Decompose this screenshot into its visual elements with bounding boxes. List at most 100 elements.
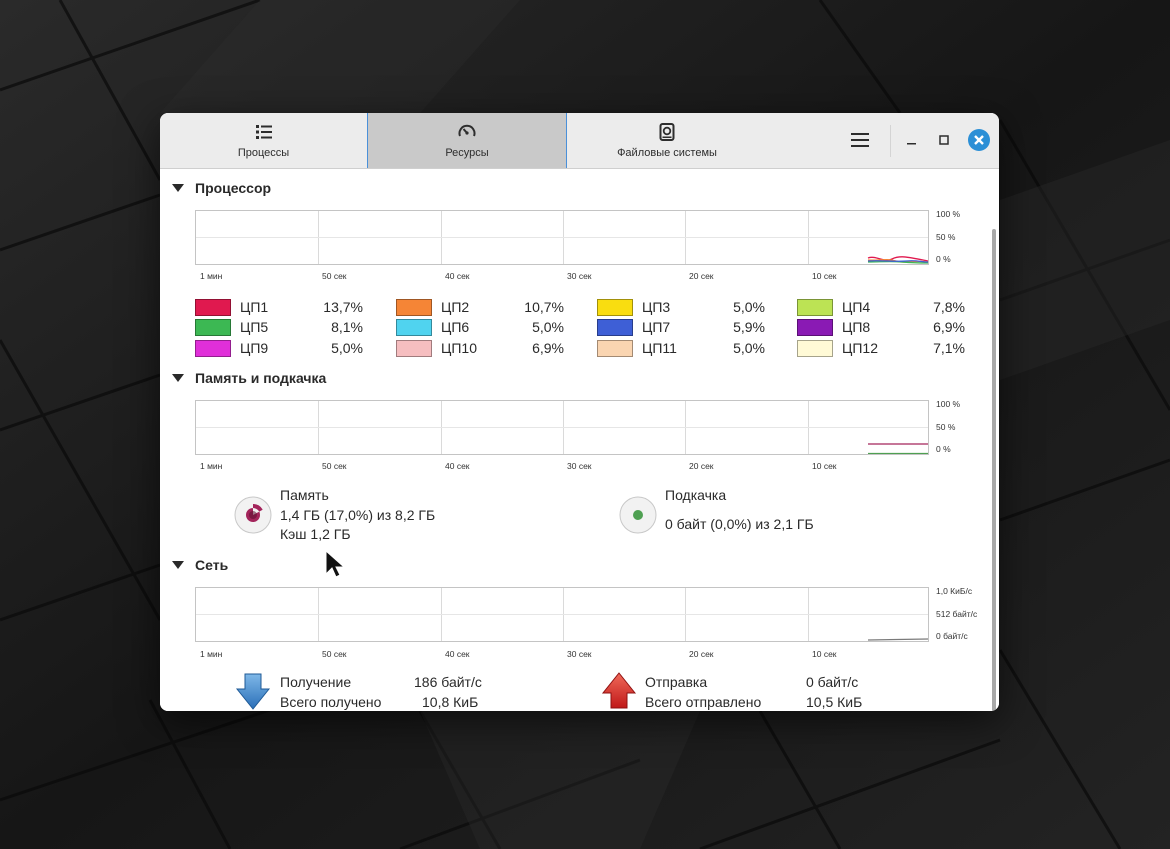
memory-pie-icon[interactable]: [234, 496, 272, 534]
cpu-core-usage: 7,1%: [933, 340, 965, 356]
cpu-core-name: ЦП10: [441, 340, 477, 356]
network-section-title: Сеть: [195, 557, 229, 573]
cpu-legend-item[interactable]: ЦП4 7,8%: [797, 298, 977, 316]
tab-file-systems-label: Файловые системы: [617, 147, 717, 159]
mouse-cursor-icon: [325, 550, 346, 578]
cpu-color-swatch[interactable]: [597, 340, 633, 357]
cpu-color-swatch[interactable]: [195, 319, 231, 336]
network-grid: [196, 588, 928, 641]
cpu-core-usage: 13,7%: [323, 299, 363, 315]
cpu-core-name: ЦП2: [441, 299, 470, 315]
cpu-color-swatch[interactable]: [396, 319, 432, 336]
memory-history-graph: [195, 400, 929, 455]
cpu-color-swatch[interactable]: [396, 299, 432, 316]
swap-label: Подкачка: [665, 487, 727, 503]
cpu-color-swatch[interactable]: [797, 340, 833, 357]
cpu-color-swatch[interactable]: [396, 340, 432, 357]
cpu-core-name: ЦП6: [441, 319, 470, 335]
cpu-core-name: ЦП8: [842, 319, 871, 335]
tab-processes-label: Процессы: [237, 147, 290, 159]
swap-pie-icon[interactable]: [619, 496, 657, 534]
close-icon[interactable]: [967, 128, 991, 152]
network-section-header[interactable]: Сеть: [172, 557, 228, 573]
minimize-icon[interactable]: [903, 130, 921, 150]
send-label: Отправка: [645, 674, 708, 690]
cpu-core-usage: 5,0%: [331, 340, 363, 356]
memory-y-label-min: 0 %: [936, 444, 951, 454]
cpu-legend-item[interactable]: ЦП8 6,9%: [797, 318, 977, 336]
cpu-time-label: 50 сек: [322, 271, 347, 281]
network-time-label: 10 сек: [812, 649, 837, 659]
expander-triangle-icon: [172, 374, 184, 382]
cpu-color-swatch[interactable]: [797, 299, 833, 316]
cpu-time-label: 10 сек: [812, 271, 837, 281]
memory-grid: [196, 401, 928, 454]
memory-time-label: 10 сек: [812, 461, 837, 471]
cpu-legend-item[interactable]: ЦП7 5,9%: [597, 318, 777, 336]
vertical-scrollbar[interactable]: [992, 229, 996, 711]
cpu-core-usage: 5,0%: [733, 299, 765, 315]
network-time-label: 20 сек: [689, 649, 714, 659]
cpu-y-label-max: 100 %: [936, 209, 961, 219]
cpu-time-axis: 1 мин 50 сек 40 сек 30 сек 20 сек 10 сек: [195, 271, 929, 283]
cpu-core-name: ЦП9: [240, 340, 269, 356]
cpu-color-swatch[interactable]: [195, 299, 231, 316]
network-time-label: 50 сек: [322, 649, 347, 659]
cpu-section-header[interactable]: Процессор: [172, 180, 271, 196]
network-time-label: 30 сек: [567, 649, 592, 659]
cpu-core-usage: 5,0%: [733, 340, 765, 356]
memory-section-title: Память и подкачка: [195, 370, 327, 386]
receive-value: 186 байт/с: [414, 674, 482, 690]
cpu-core-usage: 8,1%: [331, 319, 363, 335]
tab-file-systems[interactable]: Файловые системы: [567, 113, 767, 168]
network-time-label: 40 сек: [445, 649, 470, 659]
cpu-legend-item[interactable]: ЦП3 5,0%: [597, 298, 777, 316]
cpu-core-name: ЦП4: [842, 299, 871, 315]
list-icon: [255, 125, 272, 139]
cpu-legend-item[interactable]: ЦП11 5,0%: [597, 339, 777, 357]
cpu-color-swatch[interactable]: [195, 340, 231, 357]
memory-time-label: 50 сек: [322, 461, 347, 471]
cpu-core-name: ЦП1: [240, 299, 269, 315]
network-trace-line: [867, 638, 928, 641]
cpu-time-label: 1 мин: [200, 271, 223, 281]
tab-resources[interactable]: Ресурсы: [367, 113, 567, 168]
cpu-time-label: 20 сек: [689, 271, 714, 281]
network-y-label-max: 1,0 КиБ/с: [936, 586, 973, 596]
network-time-axis: 1 мин 50 сек 40 сек 30 сек 20 сек 10 сек: [195, 649, 929, 661]
receive-total-label: Всего получено: [280, 694, 382, 710]
maximize-icon[interactable]: [935, 130, 953, 150]
hamburger-menu-icon[interactable]: [848, 130, 872, 150]
cpu-time-label: 40 сек: [445, 271, 470, 281]
disk-icon: [659, 123, 675, 141]
cpu-legend-item[interactable]: ЦП9 5,0%: [195, 339, 375, 357]
cpu-legend-item[interactable]: ЦП2 10,7%: [396, 298, 576, 316]
memory-time-label: 20 сек: [689, 461, 714, 471]
header-separator: [890, 125, 891, 157]
cpu-legend-item[interactable]: ЦП1 13,7%: [195, 298, 375, 316]
cpu-legend-item[interactable]: ЦП5 8,1%: [195, 318, 375, 336]
memory-time-axis: 1 мин 50 сек 40 сек 30 сек 20 сек 10 сек: [195, 461, 929, 473]
cpu-legend-item[interactable]: ЦП6 5,0%: [396, 318, 576, 336]
cpu-section-title: Процессор: [195, 180, 272, 196]
cpu-color-swatch[interactable]: [597, 299, 633, 316]
cpu-color-swatch[interactable]: [797, 319, 833, 336]
expander-triangle-icon: [172, 184, 184, 192]
tab-resources-label: Ресурсы: [445, 147, 489, 159]
cpu-core-usage: 6,9%: [933, 319, 965, 335]
cpu-legend-item[interactable]: ЦП12 7,1%: [797, 339, 977, 357]
header-bar: Процессы Ресурсы Файловые системы: [160, 113, 999, 169]
expander-triangle-icon: [172, 561, 184, 569]
send-value: 0 байт/с: [806, 674, 859, 690]
send-total-label: Всего отправлено: [645, 694, 762, 710]
cpu-core-usage: 7,8%: [933, 299, 965, 315]
memory-cache: Кэш 1,2 ГБ: [280, 526, 351, 542]
cpu-color-swatch[interactable]: [597, 319, 633, 336]
memory-time-label: 30 сек: [567, 461, 592, 471]
memory-value: 1,4 ГБ (17,0%) из 8,2 ГБ: [280, 507, 436, 523]
tab-processes[interactable]: Процессы: [160, 113, 367, 168]
memory-y-label-max: 100 %: [936, 399, 961, 409]
cpu-legend-item[interactable]: ЦП10 6,9%: [396, 339, 576, 357]
download-arrow-icon: [235, 673, 271, 710]
memory-section-header[interactable]: Память и подкачка: [172, 370, 326, 386]
